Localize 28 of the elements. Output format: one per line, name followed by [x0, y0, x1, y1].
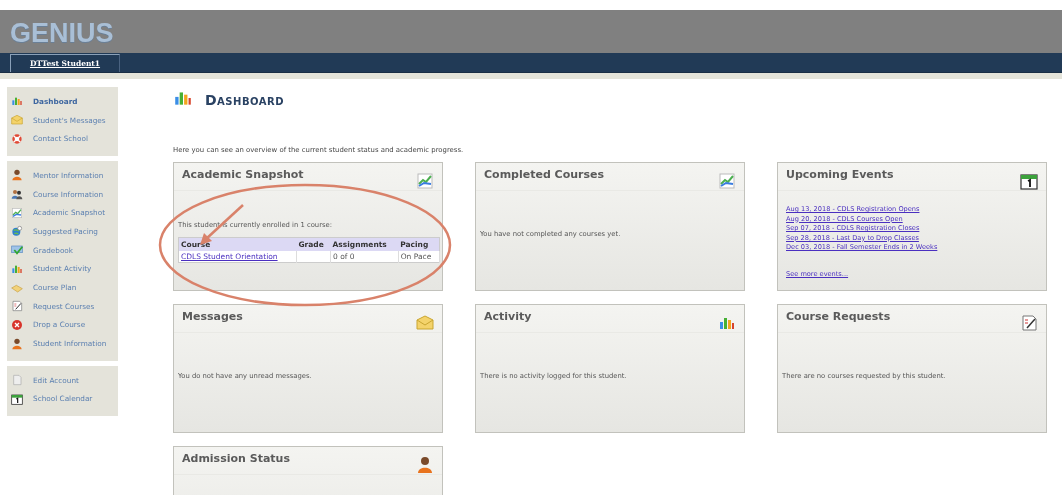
- card-title: Course Requests: [786, 310, 891, 323]
- paper-icon: [11, 300, 23, 313]
- paper-icon: [1020, 314, 1038, 332]
- people-icon: [11, 188, 23, 201]
- person-icon: [11, 337, 23, 350]
- card-title: Upcoming Events: [786, 168, 894, 181]
- person-icon: [416, 456, 434, 474]
- globe-icon: [11, 225, 23, 238]
- graph-icon: [718, 172, 736, 190]
- envelope-icon: [11, 114, 23, 127]
- checkmark-icon: [11, 244, 23, 257]
- document-icon: [11, 374, 23, 387]
- card-title: Academic Snapshot: [182, 168, 304, 181]
- card-title: Admission Status: [182, 452, 290, 465]
- calendar-icon: [11, 392, 23, 405]
- chart-icon: [11, 95, 23, 108]
- lifebuoy-icon: [11, 132, 23, 145]
- card-title: Completed Courses: [484, 168, 605, 181]
- page-title: Dashboard: [205, 92, 285, 108]
- graph-icon: [416, 172, 434, 190]
- envelope-icon: [416, 314, 434, 332]
- calendar-icon: [1020, 172, 1038, 190]
- cancel-icon: [11, 318, 23, 331]
- graph-icon: [11, 206, 23, 219]
- card-title: Activity: [484, 310, 532, 323]
- person-icon: [11, 169, 23, 182]
- card-title: Messages: [182, 310, 243, 323]
- logo: GENIUS: [10, 18, 114, 49]
